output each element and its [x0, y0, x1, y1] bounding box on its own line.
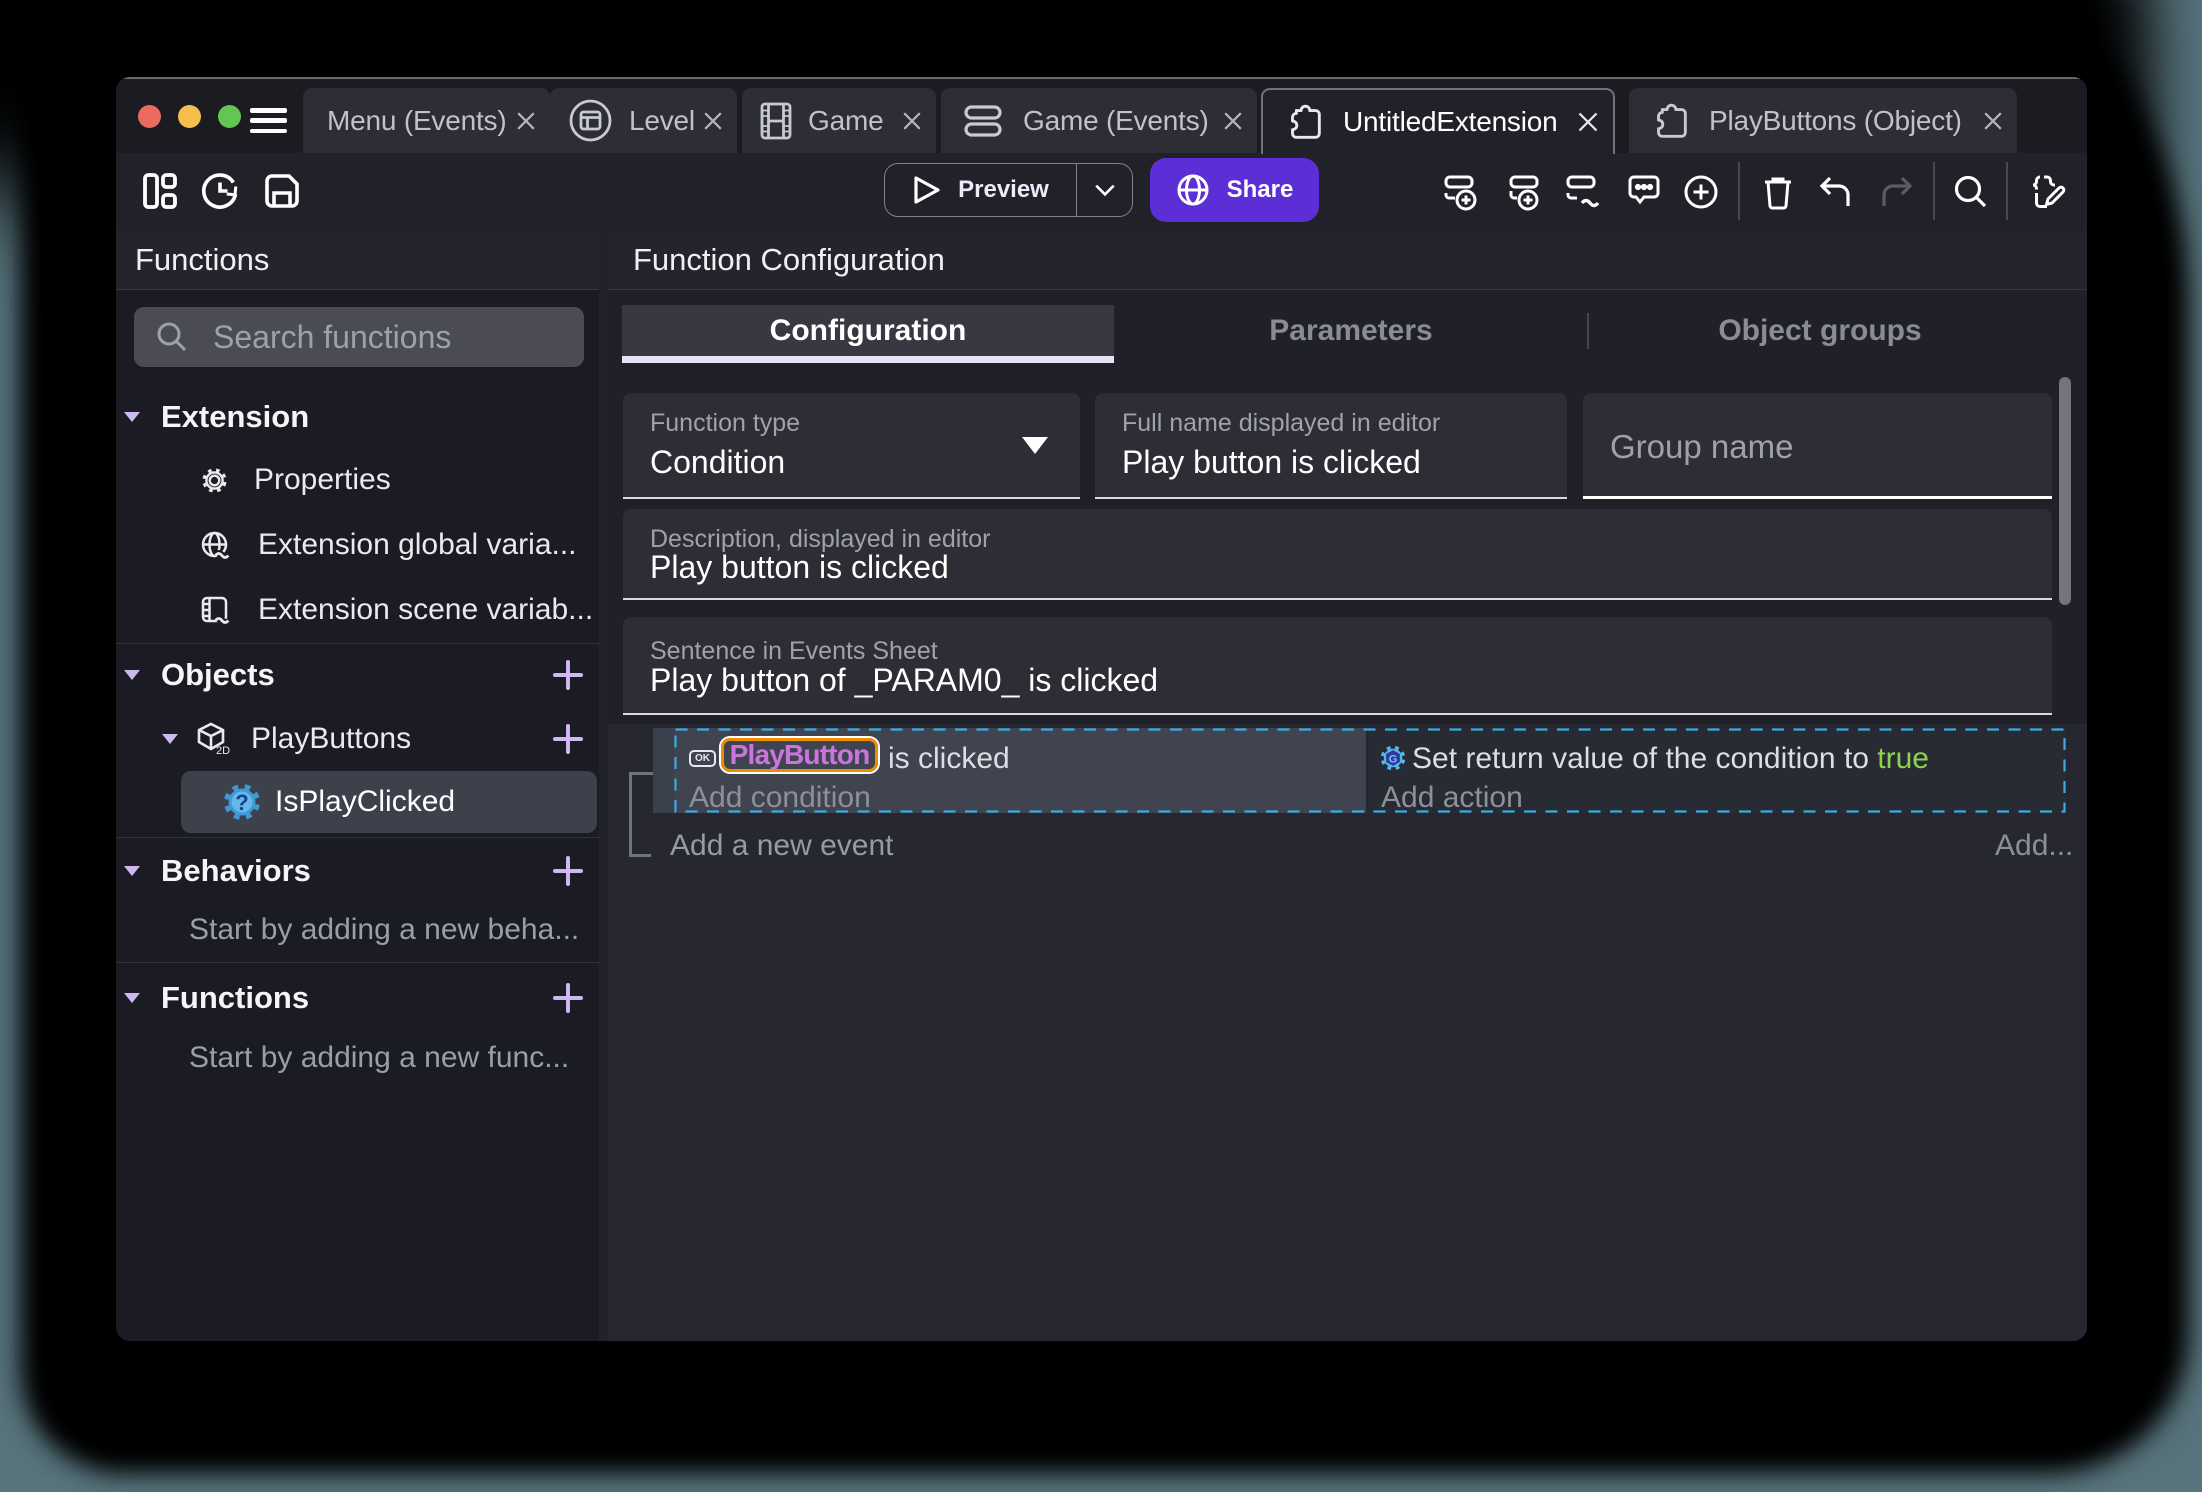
svg-text:?: ?	[235, 790, 248, 815]
svg-text:2D: 2D	[216, 745, 230, 757]
